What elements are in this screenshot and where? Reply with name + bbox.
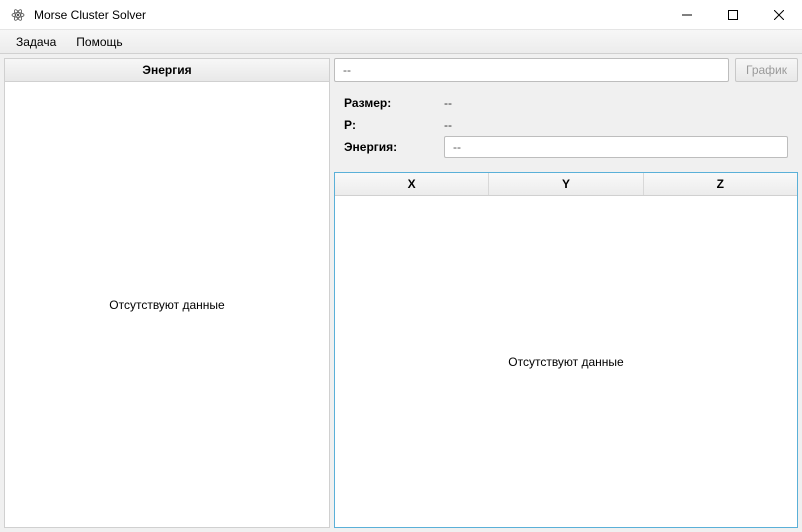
table-header: X Y Z: [335, 173, 797, 196]
graph-button[interactable]: График: [735, 58, 798, 82]
size-label: Размер:: [344, 96, 444, 110]
menu-task[interactable]: Задача: [6, 30, 66, 53]
title-bar: Morse Cluster Solver: [0, 0, 802, 30]
size-value: --: [444, 96, 452, 110]
energy-list-panel: Энергия Отсутствуют данные: [4, 58, 330, 528]
details-panel: График Размер: -- P: -- Энергия: X Y Z О…: [334, 58, 798, 528]
p-label: P:: [344, 118, 444, 132]
energy-input[interactable]: [444, 136, 788, 158]
cluster-name-input[interactable]: [334, 58, 729, 82]
info-grid: Размер: -- P: -- Энергия:: [334, 86, 798, 168]
column-x[interactable]: X: [335, 173, 489, 195]
window-title: Morse Cluster Solver: [34, 8, 146, 22]
p-value: --: [444, 118, 452, 132]
table-empty: Отсутствуют данные: [335, 196, 797, 527]
column-z[interactable]: Z: [644, 173, 797, 195]
window-controls: [664, 0, 802, 29]
menu-help[interactable]: Помощь: [66, 30, 132, 53]
content-area: Энергия Отсутствуют данные График Размер…: [0, 54, 802, 532]
energy-list-empty: Отсутствуют данные: [5, 82, 329, 527]
energy-label: Энергия:: [344, 140, 444, 154]
close-button[interactable]: [756, 0, 802, 30]
minimize-button[interactable]: [664, 0, 710, 30]
energy-list-header: Энергия: [5, 59, 329, 82]
column-y[interactable]: Y: [489, 173, 643, 195]
menu-bar: Задача Помощь: [0, 30, 802, 54]
maximize-button[interactable]: [710, 0, 756, 30]
app-icon: [10, 7, 26, 23]
coordinates-table: X Y Z Отсутствуют данные: [334, 172, 798, 528]
